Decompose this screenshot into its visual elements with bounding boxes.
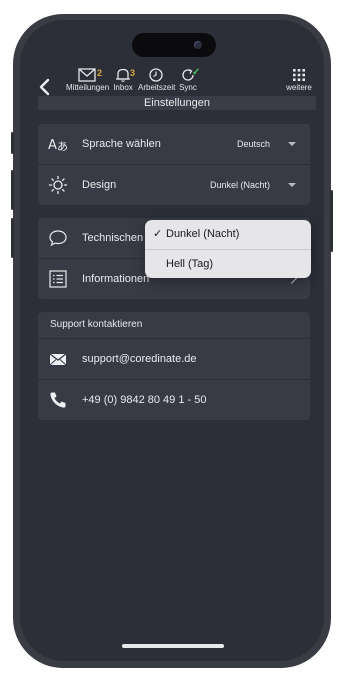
volume-up-button [11,170,14,210]
mute-switch [11,132,14,154]
page-title: Einstellungen [38,96,316,110]
design-value: Dunkel (Nacht) [209,180,270,190]
envelope-icon [78,68,96,82]
informationen-label: Informationen [82,273,150,285]
support-phone-row[interactable]: +49 (0) 9842 80 49 1 - 50 [38,380,310,420]
mail-icon [49,353,67,366]
chevron-down-icon [288,142,296,146]
top-navigation-bar: 2 Mitteilungen 3 Inbox Arbeitszeit ✓ Syn… [20,64,324,122]
sync-ok-check-icon: ✓ [192,67,201,78]
grid-icon [293,69,305,81]
support-email[interactable]: support@coredinate.de [82,339,197,379]
dynamic-island [132,33,216,57]
nav-label: Arbeitszeit [138,83,176,92]
translate-icon: A あ [48,138,68,153]
clock-icon [149,68,163,82]
nav-weitere[interactable]: weitere [284,68,314,92]
design-option-light[interactable]: Hell (Tag) [145,250,311,278]
nav-label: Sync [179,83,197,92]
design-option-dark[interactable]: ✓ Dunkel (Nacht) [145,220,311,249]
support-heading: Support kontaktieren [50,319,143,330]
nav-sync[interactable]: ✓ Sync [176,67,201,92]
notification-badge: 3 [130,68,136,78]
nav-inbox[interactable]: 3 Inbox [110,68,136,92]
svg-text:あ: あ [57,140,68,153]
chevron-down-icon [288,183,296,187]
design-label: Design [82,179,117,191]
app-screen: 2 Mitteilungen 3 Inbox Arbeitszeit ✓ Syn… [20,20,324,661]
support-email-row[interactable]: support@coredinate.de [38,339,310,379]
power-button [330,190,333,252]
nav-arbeitszeit[interactable]: Arbeitszeit [138,68,176,92]
design-select-row[interactable]: Design Dunkel (Nacht) [38,165,310,205]
chat-bubble-icon [49,230,67,247]
nav-mitteilungen[interactable]: 2 Mitteilungen [66,68,110,92]
option-label: Hell (Tag) [166,258,214,270]
appearance-settings-card: A あ Sprache wählen Deutsch Design Dunkel… [38,124,310,205]
camera-icon [194,41,202,49]
back-arrow-icon[interactable] [34,76,56,98]
nav-label: Mitteilungen [66,83,110,92]
svg-text:A: A [48,138,57,153]
support-card: Support kontaktieren support@coredinate.… [38,312,310,420]
nav-label: Inbox [113,83,133,92]
notification-badge: 2 [97,68,103,78]
option-label: Dunkel (Nacht) [166,228,240,240]
home-indicator[interactable] [122,644,224,648]
bell-icon [116,68,130,82]
design-dropdown-menu: ✓ Dunkel (Nacht) Hell (Tag) [145,220,311,278]
phone-icon [50,392,66,408]
checkmark-icon: ✓ [153,228,163,240]
sun-icon [48,175,68,195]
language-label: Sprache wählen [82,138,161,150]
nav-label: weitere [286,83,312,92]
language-value: Deutsch [236,139,270,149]
language-select-row[interactable]: A あ Sprache wählen Deutsch [38,124,310,164]
volume-down-button [11,218,14,258]
list-icon [49,270,67,288]
technical-label: Technischen [82,232,144,244]
support-phone[interactable]: +49 (0) 9842 80 49 1 - 50 [82,380,206,420]
